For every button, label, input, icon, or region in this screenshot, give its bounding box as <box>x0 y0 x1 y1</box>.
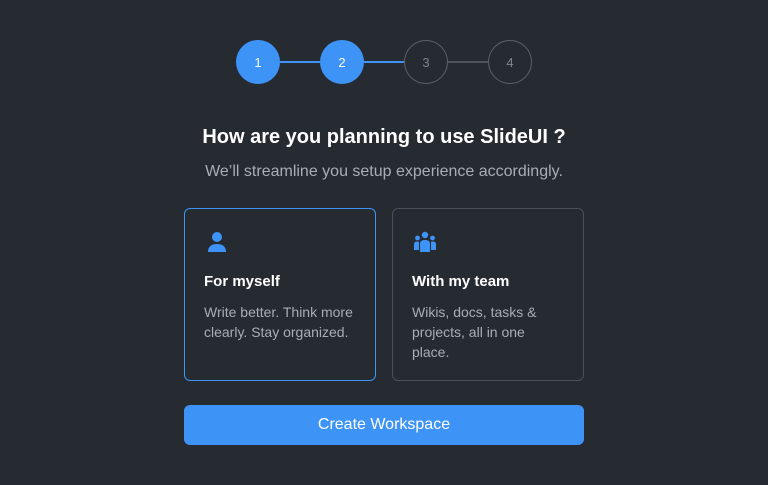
option-title: For myself <box>204 273 280 290</box>
create-workspace-button[interactable]: Create Workspace <box>184 405 584 445</box>
option-description: Wikis, docs, tasks & projects, all in on… <box>412 304 537 360</box>
user-icon <box>205 230 229 254</box>
step-3: 3 <box>404 40 448 84</box>
team-icon <box>413 230 437 254</box>
option-description: Write better. Think more clearly. Stay o… <box>204 304 353 340</box>
step-2: 2 <box>320 40 364 84</box>
step-connector-2 <box>364 61 404 63</box>
option-title: With my team <box>412 273 510 290</box>
step-1: 1 <box>236 40 280 84</box>
progress-stepper: 1 2 3 4 <box>236 40 532 84</box>
page-subtitle: We’ll streamline you setup experience ac… <box>205 163 563 180</box>
page-title: How are you planning to use SlideUI ? <box>202 126 566 148</box>
option-card-team[interactable]: With my team Wikis, docs, tasks & projec… <box>392 208 584 381</box>
step-4: 4 <box>488 40 532 84</box>
step-connector-3 <box>448 61 488 63</box>
option-card-myself[interactable]: For myself Write better. Think more clea… <box>184 208 376 381</box>
step-connector-1 <box>280 61 320 63</box>
